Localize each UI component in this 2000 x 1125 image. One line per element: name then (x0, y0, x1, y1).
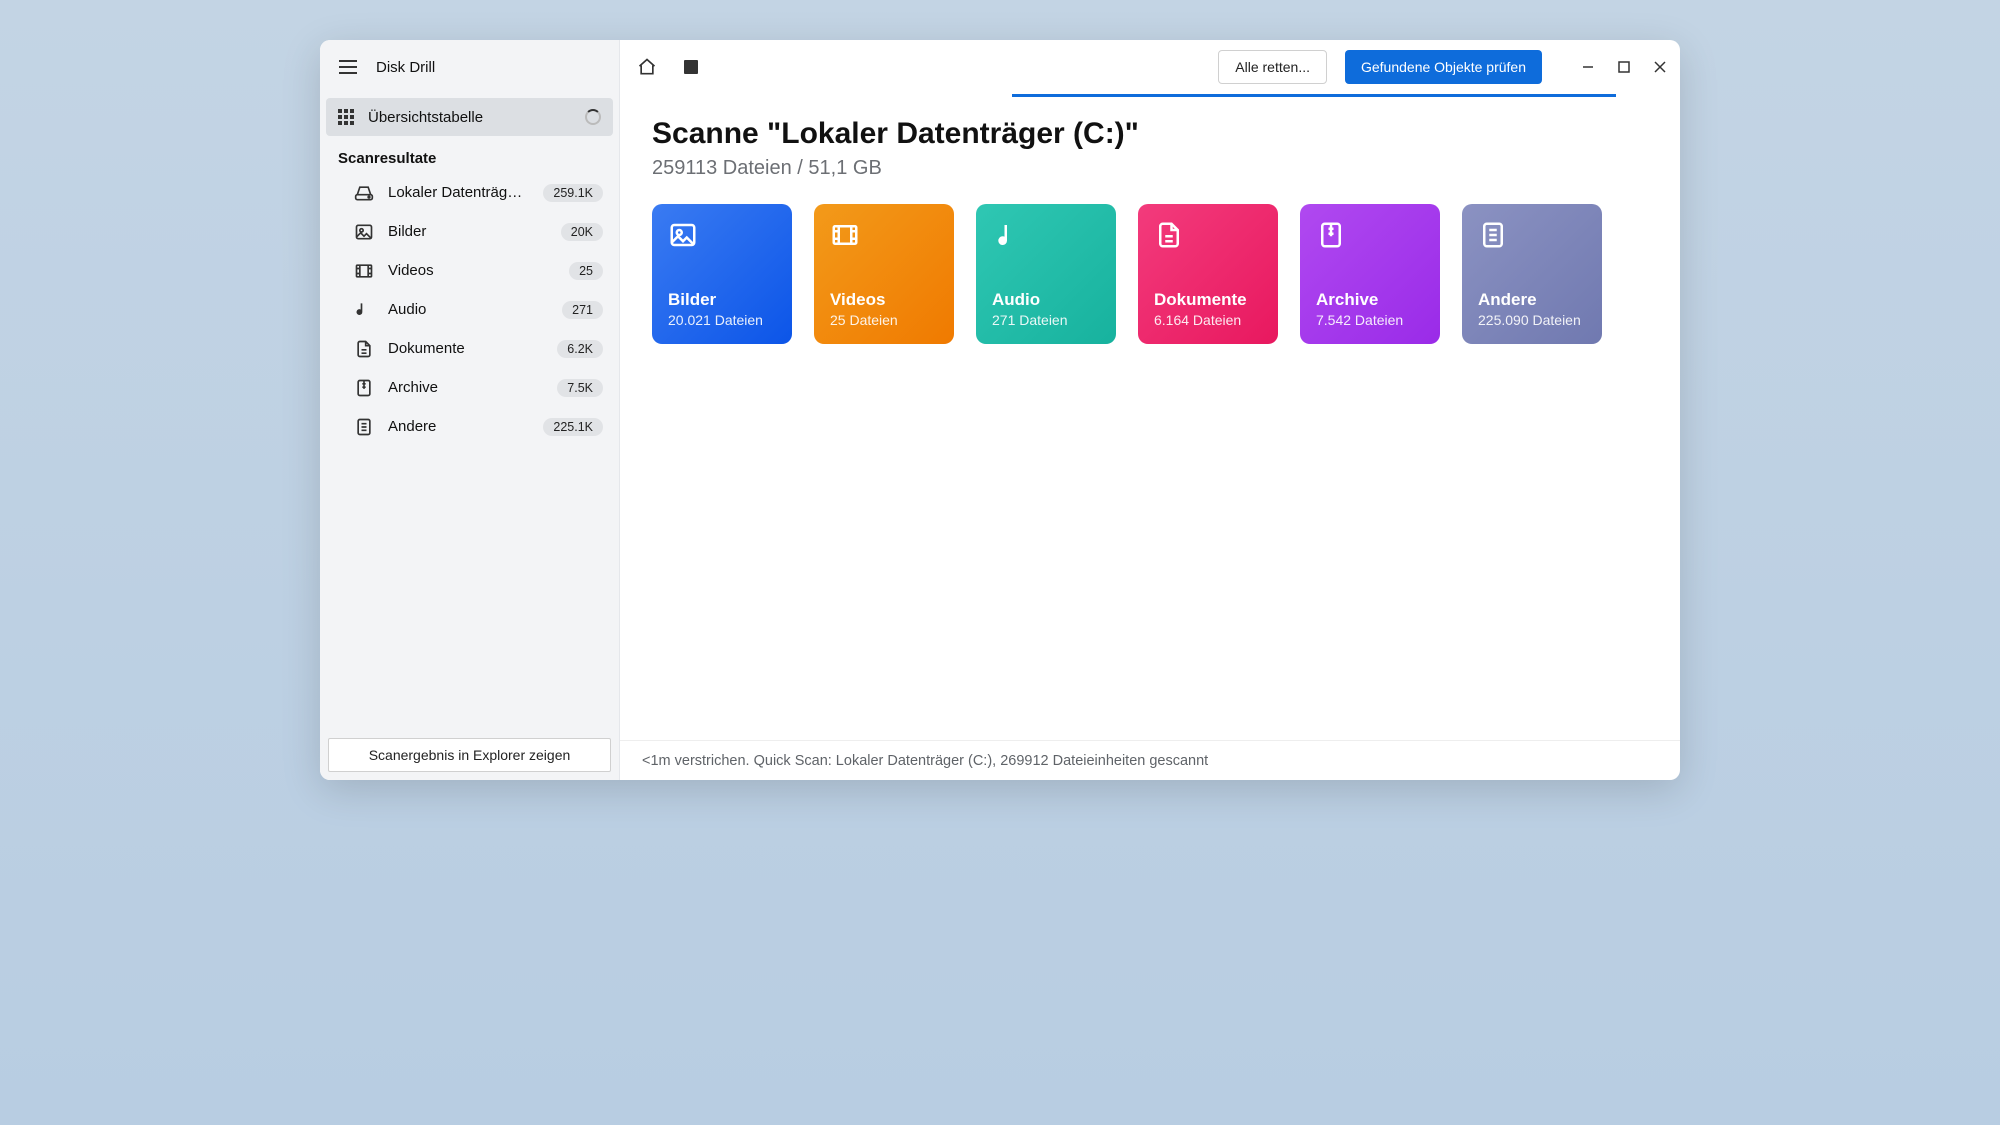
app-title: Disk Drill (376, 59, 435, 76)
archive-icon (354, 378, 374, 398)
document-icon (1154, 220, 1184, 250)
document-icon (354, 339, 374, 359)
count-badge: 6.2K (557, 340, 603, 358)
maximize-button[interactable] (1618, 61, 1630, 73)
card-archive[interactable]: Archive 7.542 Dateien (1300, 204, 1440, 344)
recover-all-button[interactable]: Alle retten... (1218, 50, 1327, 84)
scan-results-heading: Scanresultate (320, 136, 619, 173)
sidebar-item-label: Andere (388, 418, 529, 435)
main-panel: Alle retten... Gefundene Objekte prüfen … (620, 40, 1680, 780)
card-videos[interactable]: Videos 25 Dateien (814, 204, 954, 344)
sidebar-item-label: Dokumente (388, 340, 543, 357)
count-badge: 20K (561, 223, 603, 241)
card-subtitle: 6.164 Dateien (1154, 312, 1262, 328)
sidebar-item-dokumente[interactable]: Dokumente 6.2K (326, 329, 613, 368)
count-badge: 25 (569, 262, 603, 280)
window-controls (1582, 61, 1666, 73)
card-title: Bilder (668, 290, 776, 310)
card-subtitle: 25 Dateien (830, 312, 938, 328)
card-audio[interactable]: Audio 271 Dateien (976, 204, 1116, 344)
sidebar: Disk Drill Übersichtstabelle Scanresulta… (320, 40, 620, 780)
show-in-explorer-button[interactable]: Scanergebnis in Explorer zeigen (328, 738, 611, 772)
image-icon (668, 220, 698, 250)
audio-icon (992, 220, 1022, 250)
maximize-icon (1618, 61, 1630, 73)
card-subtitle: 7.542 Dateien (1316, 312, 1424, 328)
sidebar-item-bilder[interactable]: Bilder 20K (326, 212, 613, 251)
sidebar-item-drive[interactable]: Lokaler Datenträger (... 259.1K (326, 173, 613, 212)
menu-icon (339, 60, 357, 74)
overview-label: Übersichtstabelle (368, 109, 571, 126)
card-subtitle: 271 Dateien (992, 312, 1100, 328)
sidebar-item-label: Videos (388, 262, 555, 279)
page-subtitle: 259113 Dateien / 51,1 GB (652, 157, 1648, 180)
card-title: Dokumente (1154, 290, 1262, 310)
sidebar-item-label: Bilder (388, 223, 547, 240)
audio-icon (354, 300, 374, 320)
count-badge: 7.5K (557, 379, 603, 397)
card-title: Andere (1478, 290, 1586, 310)
status-bar: <1m verstrichen. Quick Scan: Lokaler Dat… (620, 740, 1680, 780)
home-icon (637, 57, 657, 77)
close-button[interactable] (1654, 61, 1666, 73)
hamburger-menu-button[interactable] (334, 53, 362, 81)
sidebar-item-andere[interactable]: Andere 225.1K (326, 407, 613, 446)
minimize-button[interactable] (1582, 61, 1594, 73)
category-cards: Bilder 20.021 Dateien Videos 25 Dateien … (652, 204, 1648, 344)
video-icon (830, 220, 860, 250)
other-icon (354, 417, 374, 437)
card-subtitle: 20.021 Dateien (668, 312, 776, 328)
close-icon (1654, 61, 1666, 73)
review-found-button[interactable]: Gefundene Objekte prüfen (1345, 50, 1542, 84)
sidebar-item-label: Archive (388, 379, 543, 396)
card-bilder[interactable]: Bilder 20.021 Dateien (652, 204, 792, 344)
sidebar-item-videos[interactable]: Videos 25 (326, 251, 613, 290)
scan-progress-bar (620, 94, 1680, 97)
drive-icon (354, 183, 374, 203)
stop-icon (684, 60, 698, 74)
sidebar-header: Disk Drill (320, 40, 619, 94)
sidebar-footer: Scanergebnis in Explorer zeigen (320, 730, 619, 780)
sidebar-item-audio[interactable]: Audio 271 (326, 290, 613, 329)
count-badge: 271 (562, 301, 603, 319)
sidebar-overview-item[interactable]: Übersichtstabelle (326, 98, 613, 136)
card-title: Videos (830, 290, 938, 310)
card-title: Audio (992, 290, 1100, 310)
card-subtitle: 225.090 Dateien (1478, 312, 1586, 328)
page-title: Scanne "Lokaler Datenträger (C:)" (652, 117, 1648, 151)
archive-icon (1316, 220, 1346, 250)
count-badge: 259.1K (543, 184, 603, 202)
home-button[interactable] (634, 54, 660, 80)
count-badge: 225.1K (543, 418, 603, 436)
scan-results-list: Lokaler Datenträger (... 259.1K Bilder 2… (320, 173, 619, 446)
stop-scan-button[interactable] (678, 54, 704, 80)
image-icon (354, 222, 374, 242)
minimize-icon (1582, 61, 1594, 73)
grid-icon (338, 109, 354, 125)
content-area: Scanne "Lokaler Datenträger (C:)" 259113… (620, 97, 1680, 740)
sidebar-item-label: Lokaler Datenträger (... (388, 184, 529, 201)
sidebar-item-label: Audio (388, 301, 548, 318)
toolbar: Alle retten... Gefundene Objekte prüfen (620, 40, 1680, 94)
card-title: Archive (1316, 290, 1424, 310)
loading-spinner-icon (585, 109, 601, 125)
status-text: <1m verstrichen. Quick Scan: Lokaler Dat… (642, 753, 1208, 769)
video-icon (354, 261, 374, 281)
sidebar-item-archive[interactable]: Archive 7.5K (326, 368, 613, 407)
scan-progress-fill (1012, 94, 1616, 97)
other-icon (1478, 220, 1508, 250)
card-andere[interactable]: Andere 225.090 Dateien (1462, 204, 1602, 344)
app-window: Disk Drill Übersichtstabelle Scanresulta… (320, 40, 1680, 780)
card-dokumente[interactable]: Dokumente 6.164 Dateien (1138, 204, 1278, 344)
